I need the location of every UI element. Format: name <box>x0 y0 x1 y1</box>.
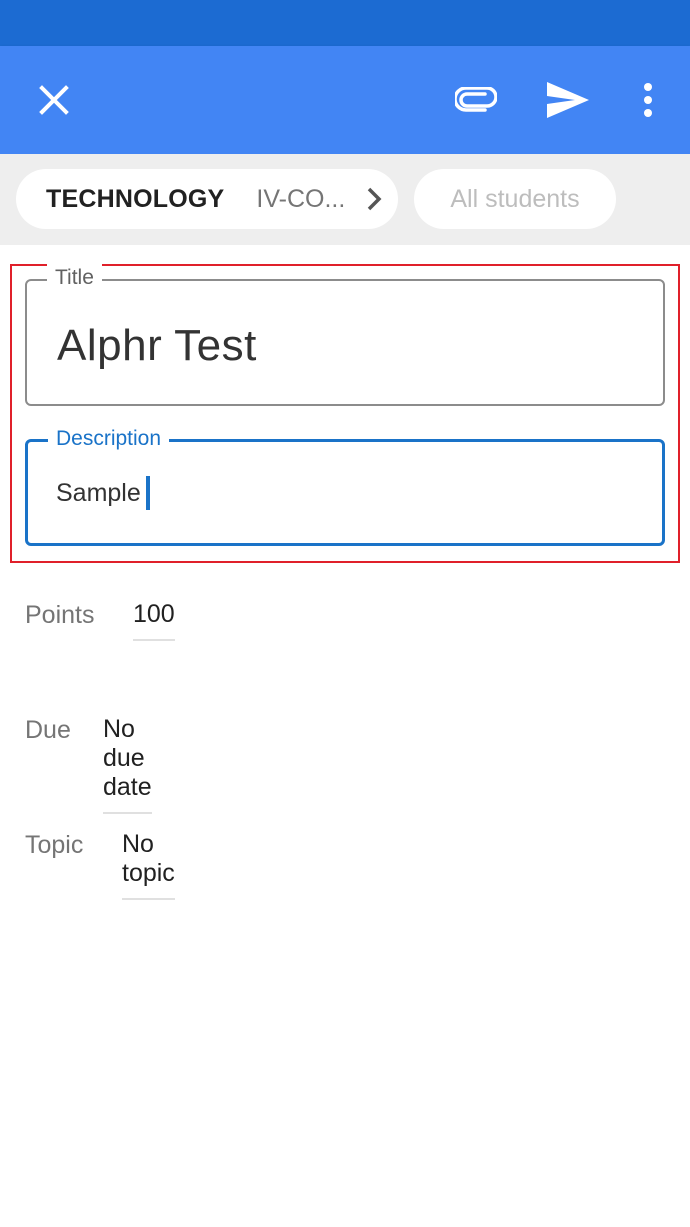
audience-bar: TECHNOLOGY IV-CO... All students <box>0 154 690 245</box>
text-cursor <box>145 476 150 510</box>
send-button[interactable] <box>538 72 598 128</box>
paperclip-icon <box>455 87 497 112</box>
points-input[interactable]: 100 <box>133 600 175 641</box>
class-name: TECHNOLOGY <box>46 184 225 213</box>
close-button[interactable] <box>26 72 82 128</box>
more-options-button[interactable] <box>624 72 672 128</box>
points-label: Points <box>25 601 95 629</box>
class-selector-chip[interactable]: TECHNOLOGY IV-CO... <box>16 169 398 229</box>
app-bar <box>0 46 690 154</box>
more-vert-icon <box>644 83 652 117</box>
chevron-right-icon <box>367 187 382 211</box>
send-icon <box>547 82 589 118</box>
students-selector-chip[interactable]: All students <box>414 169 616 229</box>
topic-label: Topic <box>25 831 84 859</box>
title-field[interactable]: Title Alphr Test <box>25 264 665 406</box>
title-label: Title <box>47 264 102 292</box>
description-field[interactable]: Description Sample <box>25 425 665 546</box>
title-input[interactable]: Alphr Test <box>57 321 257 371</box>
description-label: Description <box>48 425 170 453</box>
description-input[interactable]: Sample <box>56 479 141 508</box>
attach-button[interactable] <box>448 72 504 128</box>
due-label: Due <box>25 716 71 744</box>
topic-selector[interactable]: No topic <box>122 830 175 900</box>
students-label: All students <box>450 184 580 213</box>
close-icon <box>39 85 69 115</box>
due-date-selector[interactable]: No due date <box>103 715 152 814</box>
class-section: IV-CO... <box>256 184 346 213</box>
status-bar <box>0 0 690 46</box>
